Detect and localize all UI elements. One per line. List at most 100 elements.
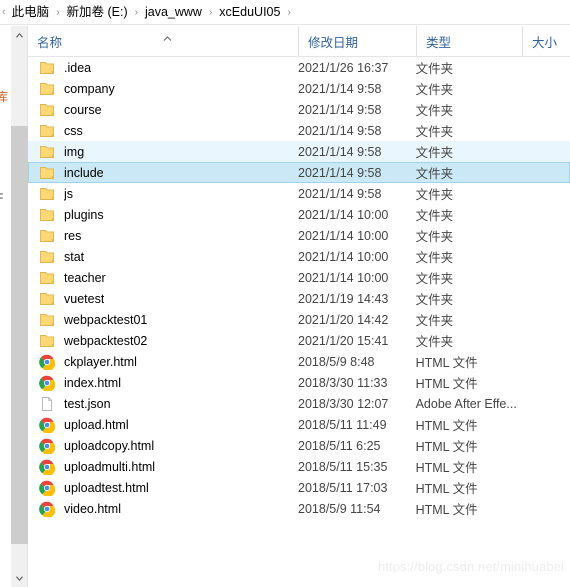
file-type-cell: 文件夹 [415, 272, 454, 286]
file-name-cell[interactable]: img [29, 144, 298, 160]
file-name-cell[interactable]: uploadcopy.html [29, 438, 298, 454]
file-date-modified-cell: 2021/1/20 15:41 [298, 333, 389, 348]
address-bar[interactable]: ‹ 此电脑 › 新加卷 (E:) › java_www › xcEduUI05 … [0, 0, 570, 25]
chevron-down-icon[interactable] [11, 570, 28, 587]
table-row[interactable]: teacher 2021/1/14 10:00 文件夹 [28, 267, 570, 288]
file-name-cell[interactable]: uploadmulti.html [29, 459, 298, 475]
file-date-modified-cell: 2018/5/9 8:48 [298, 354, 375, 369]
file-name-cell[interactable]: video.html [29, 501, 298, 517]
file-name-cell[interactable]: webpacktest02 [29, 333, 298, 349]
column-header-size[interactable]: 大小 [522, 26, 570, 56]
table-row[interactable]: index.html 2018/3/30 11:33 HTML 文件 [28, 372, 570, 393]
file-date-modified-cell: 2021/1/20 14:42 [298, 312, 389, 327]
breadcrumb-item-volume-e[interactable]: 新加卷 (E:) [64, 4, 131, 21]
breadcrumb-item-xceduui05[interactable]: xcEduUI05 [216, 4, 283, 21]
table-row[interactable]: webpacktest02 2021/1/20 15:41 文件夹 [28, 330, 570, 351]
column-header-type-label: 类型 [426, 35, 452, 50]
table-row[interactable]: company 2021/1/14 9:58 文件夹 [28, 78, 570, 99]
folder-icon [40, 250, 54, 263]
chevron-left-icon[interactable]: ‹ [0, 6, 9, 18]
file-name-label: vuetest [64, 291, 105, 306]
chevron-up-icon[interactable] [11, 26, 28, 43]
table-row[interactable]: ckplayer.html 2018/5/9 8:48 HTML 文件 [28, 351, 570, 372]
file-date-modified-cell: 2021/1/14 10:00 [298, 228, 389, 243]
file-name-label: company [64, 81, 115, 96]
breadcrumb-separator-icon[interactable]: › [283, 8, 294, 18]
file-name-cell[interactable]: test.json [29, 396, 298, 412]
table-row[interactable]: upload.html 2018/5/11 11:49 HTML 文件 [28, 414, 570, 435]
table-row[interactable]: vuetest 2021/1/19 14:43 文件夹 [28, 288, 570, 309]
breadcrumb-item-java-www[interactable]: java_www [142, 4, 205, 21]
breadcrumb-item-this-pc[interactable]: 此电脑 [9, 4, 53, 21]
chrome-html-icon [39, 354, 55, 370]
table-row[interactable]: course 2021/1/14 9:58 文件夹 [28, 99, 570, 120]
table-row[interactable]: video.html 2018/5/9 11:54 HTML 文件 [28, 498, 570, 519]
file-name-cell[interactable]: css [29, 123, 298, 139]
file-date-modified-cell: 2018/5/11 15:35 [298, 459, 388, 474]
file-name-label: uploadmulti.html [64, 459, 156, 474]
scrollbar-thumb[interactable] [11, 126, 28, 544]
file-date-modified-cell: 2021/1/14 10:00 [298, 207, 389, 222]
file-name-label: ckplayer.html [64, 354, 137, 369]
file-date-modified-cell: 2021/1/14 9:58 [298, 186, 382, 201]
file-type-cell: 文件夹 [415, 251, 454, 265]
file-name-cell[interactable]: webpacktest01 [29, 312, 298, 328]
file-type-cell: 文件夹 [415, 104, 454, 118]
file-name-cell[interactable]: js [29, 186, 298, 202]
navigation-pane-scrollbar[interactable] [11, 26, 28, 587]
file-name-cell[interactable]: upload.html [29, 417, 298, 433]
file-type-cell: HTML 文件 [415, 482, 478, 496]
file-type-cell: HTML 文件 [415, 503, 478, 517]
table-row[interactable]: webpacktest01 2021/1/20 14:42 文件夹 [28, 309, 570, 330]
column-header-name-label: 名称 [37, 35, 63, 50]
column-header-row: 名称 修改日期 类型 大小 [28, 26, 570, 57]
folder-icon [40, 187, 54, 200]
column-header-type[interactable]: 类型 [416, 26, 522, 56]
file-name-cell[interactable]: vuetest [29, 291, 298, 307]
file-name-cell[interactable]: teacher [29, 270, 298, 286]
table-row[interactable]: .idea 2021/1/26 16:37 文件夹 [28, 57, 570, 78]
file-date-modified-cell: 2018/5/11 17:03 [298, 480, 388, 495]
breadcrumb-separator-icon[interactable]: › [52, 8, 63, 18]
file-name-cell[interactable]: res [29, 228, 298, 244]
sort-ascending-caret-icon [162, 30, 173, 44]
table-row[interactable]: uploadmulti.html 2018/5/11 15:35 HTML 文件 [28, 456, 570, 477]
column-header-date-modified[interactable]: 修改日期 [298, 26, 416, 56]
breadcrumb-separator-icon[interactable]: › [131, 8, 142, 18]
table-row[interactable]: stat 2021/1/14 10:00 文件夹 [28, 246, 570, 267]
file-name-cell[interactable]: course [29, 102, 298, 118]
file-name-label: uploadtest.html [64, 480, 149, 495]
table-row[interactable]: uploadcopy.html 2018/5/11 6:25 HTML 文件 [28, 435, 570, 456]
file-name-cell[interactable]: include [29, 165, 298, 181]
folder-icon [40, 292, 54, 305]
file-date-modified-cell: 2021/1/19 14:43 [298, 291, 389, 306]
column-header-size-label: 大小 [532, 35, 558, 50]
table-row[interactable]: include 2021/1/14 9:58 文件夹 [28, 162, 570, 183]
file-name-cell[interactable]: plugins [29, 207, 298, 223]
table-row[interactable]: test.json 2018/3/30 12:07 Adobe After Effe… [28, 393, 570, 414]
file-name-cell[interactable]: uploadtest.html [29, 480, 298, 496]
navigation-pane-clipped-label: 库 [0, 90, 9, 104]
file-name-cell[interactable]: .idea [29, 60, 298, 76]
file-type-cell: HTML 文件 [415, 356, 478, 370]
navigation-pane-clipped[interactable]: 库 F [0, 26, 11, 587]
table-row[interactable]: css 2021/1/14 9:58 文件夹 [28, 120, 570, 141]
folder-icon [40, 229, 54, 242]
file-name-cell[interactable]: stat [29, 249, 298, 265]
file-name-label: uploadcopy.html [64, 438, 155, 453]
folder-icon [40, 61, 54, 74]
chrome-html-icon [39, 480, 55, 496]
table-row[interactable]: img 2021/1/14 9:58 文件夹 [28, 141, 570, 162]
breadcrumb-separator-icon[interactable]: › [205, 8, 216, 18]
file-name-cell[interactable]: ckplayer.html [29, 354, 298, 370]
table-row[interactable]: uploadtest.html 2018/5/11 17:03 HTML 文件 [28, 477, 570, 498]
file-name-cell[interactable]: company [29, 81, 298, 97]
folder-icon [40, 313, 54, 326]
file-list[interactable]: .idea 2021/1/26 16:37 文件夹 company 2021/1/14 … [28, 57, 570, 587]
file-name-cell[interactable]: index.html [29, 375, 298, 391]
table-row[interactable]: plugins 2021/1/14 10:00 文件夹 [28, 204, 570, 225]
file-date-modified-cell: 2018/3/30 11:33 [298, 375, 388, 390]
table-row[interactable]: res 2021/1/14 10:00 文件夹 [28, 225, 570, 246]
file-name-label: css [64, 123, 83, 138]
table-row[interactable]: js 2021/1/14 9:58 文件夹 [28, 183, 570, 204]
